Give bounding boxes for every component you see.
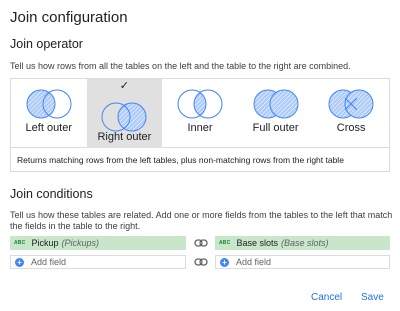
join-operator-selector: Left outer ✓ Right outer Inner Full oute… (10, 78, 390, 172)
join-option-label: Left outer (25, 122, 73, 134)
link-icon (194, 239, 208, 247)
field-name: Pickup (31, 238, 59, 248)
add-icon: + (15, 257, 24, 267)
join-option-label: Cross (336, 122, 366, 134)
right-add-field-button[interactable]: + Add field (215, 255, 390, 269)
join-operator-note: Returns matching rows from the left tabl… (17, 155, 344, 165)
cross-venn-icon (328, 89, 374, 119)
inner-venn-icon (177, 89, 223, 119)
join-operator-description: Tell us how rows from all the tables on … (10, 61, 351, 71)
dialog-title: Join configuration (10, 9, 128, 26)
text-type-icon: ABC (219, 240, 231, 246)
save-button[interactable]: Save (361, 292, 384, 303)
join-operator-heading: Join operator (10, 37, 83, 51)
left-outer-venn-icon (26, 89, 72, 119)
link-icon (194, 258, 208, 266)
join-conditions-description: Tell us how these tables are related. Ad… (10, 210, 393, 231)
left-join-field[interactable]: ABC Pickup (Pickups) (10, 236, 186, 250)
join-option-inner[interactable]: Inner (162, 79, 238, 148)
join-option-left-outer[interactable]: Left outer (11, 79, 87, 148)
field-name: Base slots (236, 238, 278, 248)
check-icon: ✓ (119, 80, 129, 92)
join-option-full-outer[interactable]: Full outer (238, 79, 314, 148)
left-add-field-button[interactable]: + Add field (10, 255, 186, 269)
field-source: (Pickups) (61, 238, 99, 248)
cancel-button[interactable]: Cancel (311, 292, 342, 303)
text-type-icon: ABC (14, 240, 26, 246)
add-field-label: Add field (236, 257, 272, 267)
field-source: (Base slots) (280, 238, 329, 248)
join-conditions-heading: Join conditions (10, 187, 93, 201)
join-option-label: Full outer (252, 122, 299, 134)
full-outer-venn-icon (253, 89, 299, 119)
join-option-label: Right outer (97, 131, 152, 143)
join-option-right-outer[interactable]: ✓ Right outer (86, 79, 163, 148)
right-join-field[interactable]: ABC Base slots (Base slots) (215, 236, 390, 250)
add-icon: + (220, 257, 229, 267)
right-outer-venn-icon (101, 102, 147, 132)
join-option-label: Inner (187, 122, 213, 134)
add-field-label: Add field (31, 257, 67, 267)
join-option-cross[interactable]: Cross (313, 79, 389, 148)
